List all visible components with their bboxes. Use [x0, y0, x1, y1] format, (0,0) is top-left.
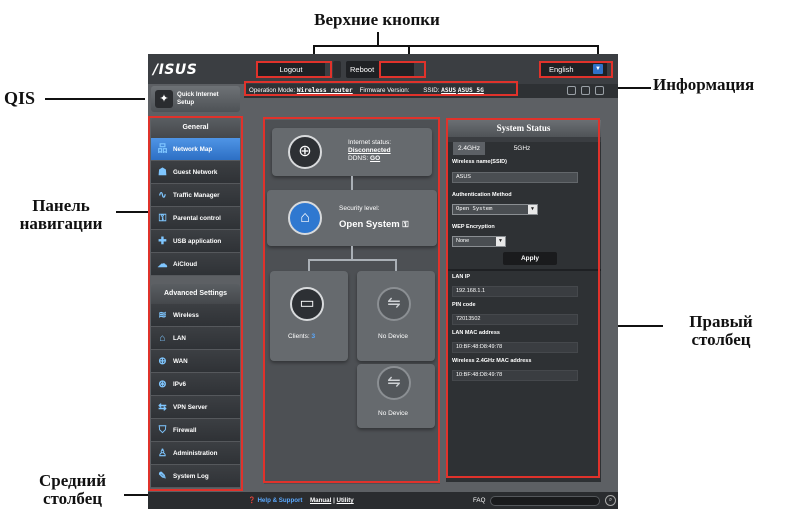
annotation-qis: QIS [4, 88, 36, 108]
asus-logo: /ISUS [153, 62, 198, 78]
manual-link[interactable]: Manual [310, 497, 331, 504]
highlight-nav-panel [148, 116, 243, 491]
highlight-reboot [379, 61, 426, 78]
annotation-middle-column: Средний столбец [38, 471, 107, 508]
wifi-status-icon[interactable] [581, 86, 590, 95]
help-icon: ❓ [248, 497, 256, 504]
top-button-spacer [333, 61, 341, 78]
faq-search-input[interactable] [490, 496, 600, 506]
search-icon[interactable]: ⌕ [605, 495, 616, 506]
highlight-right-column [446, 118, 600, 478]
annotation-right-column: Правый столбец [689, 312, 753, 349]
connector-nav [116, 211, 151, 213]
faq-label: FAQ [473, 497, 486, 504]
highlight-language [539, 61, 613, 78]
utility-link[interactable]: Utility [337, 497, 354, 504]
annotation-info: Информация [653, 75, 755, 94]
highlight-logout [256, 61, 332, 78]
usb-status-icon[interactable] [595, 86, 604, 95]
highlight-info-bar [244, 81, 518, 96]
connector-top-bar [313, 45, 599, 47]
annotation-top-buttons: Верхние кнопки [314, 10, 440, 29]
magic-wand-icon: ✦ [155, 90, 173, 108]
help-support-link[interactable]: ❓ Help & Support [248, 492, 302, 509]
footer-bar: ❓ Help & Support Manual | Utility FAQ ⌕ [148, 492, 618, 509]
highlight-middle-column [263, 117, 440, 483]
annotation-nav-panel: Панель навигации [19, 196, 103, 233]
connector-qis [45, 98, 145, 100]
internet-status-icon[interactable] [567, 86, 576, 95]
status-icons [567, 86, 604, 95]
quick-internet-setup-button[interactable]: ✦ Quick Internet Setup [151, 86, 240, 112]
